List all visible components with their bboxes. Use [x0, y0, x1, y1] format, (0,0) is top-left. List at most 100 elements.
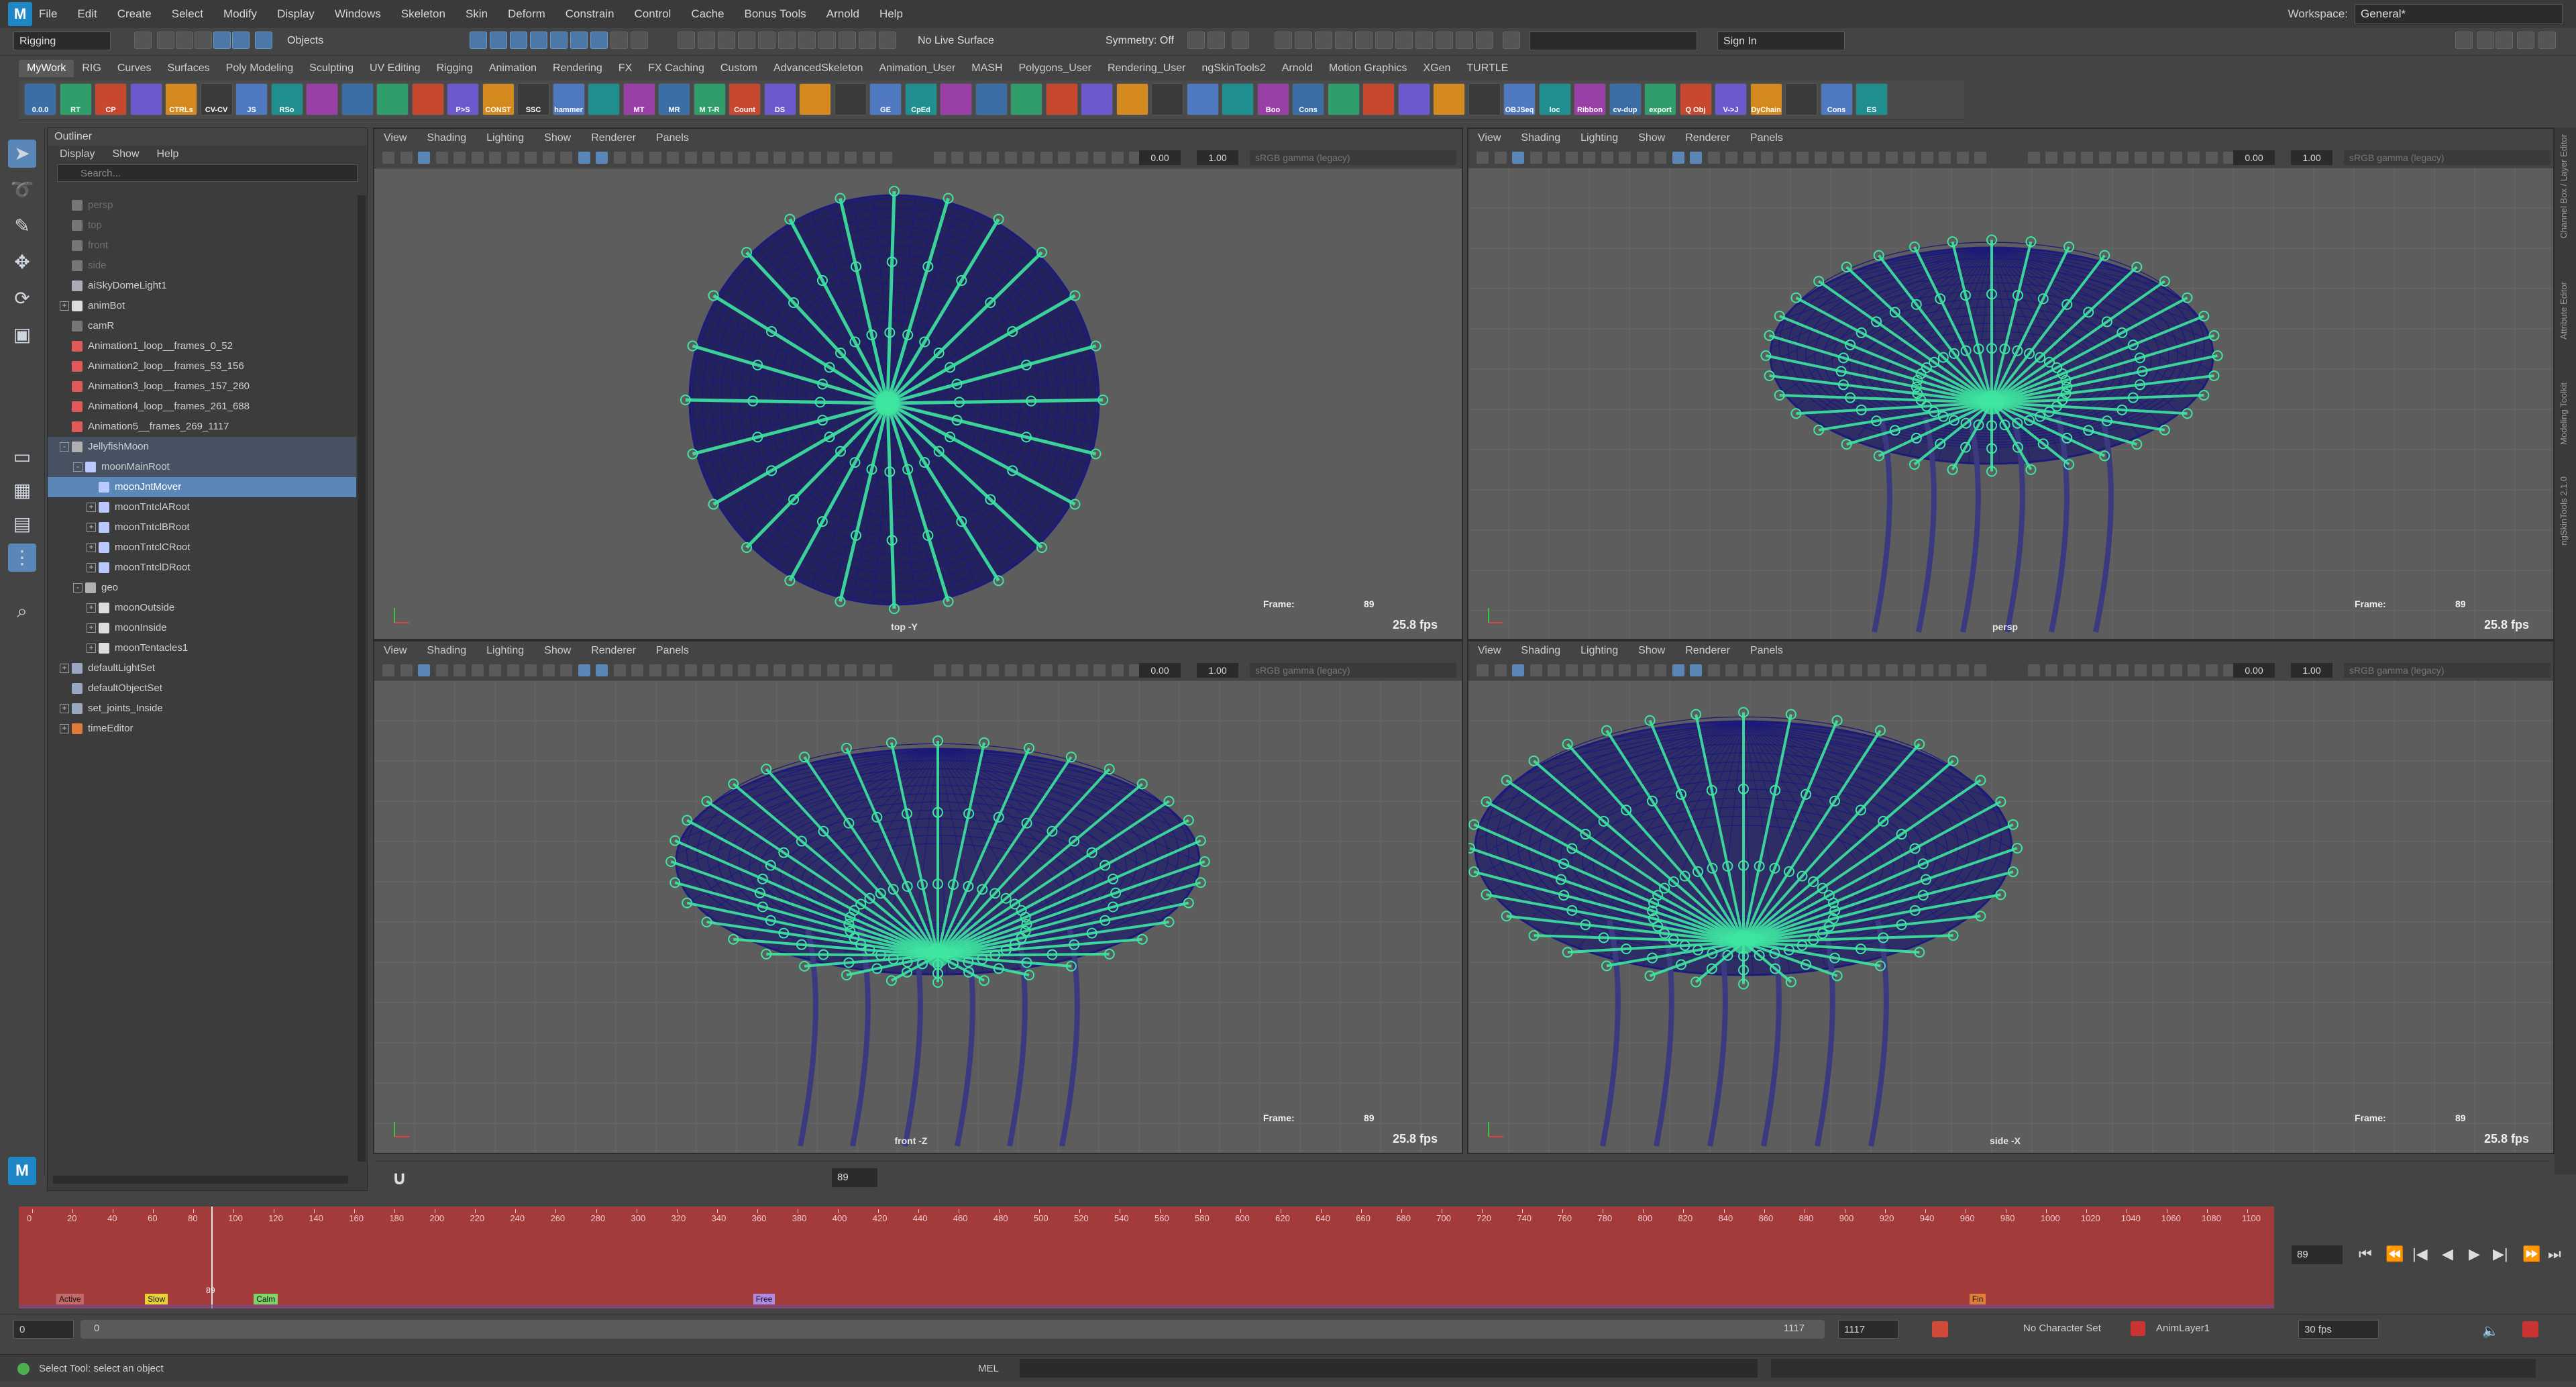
expand-toggle-icon[interactable]: +: [87, 503, 96, 512]
mel-command-input[interactable]: [1020, 1359, 1758, 1378]
shelf-button[interactable]: [1081, 83, 1113, 115]
panel-toolbar-icon[interactable]: [453, 152, 466, 164]
expand-toggle-icon[interactable]: +: [87, 603, 96, 613]
panel-toolbar-icon[interactable]: [1743, 664, 1756, 676]
shelf-button[interactable]: [1045, 83, 1078, 115]
menu-item-windows[interactable]: Windows: [335, 7, 381, 21]
panel-toolbar-icon[interactable]: [649, 152, 661, 164]
panel-toolbar-icon[interactable]: [667, 152, 679, 164]
color-space-dropdown[interactable]: sRGB gamma (legacy): [1250, 663, 1456, 678]
outliner-hscrollbar[interactable]: [53, 1176, 348, 1184]
status-tool-icon[interactable]: [1375, 32, 1393, 49]
panel-menu-view[interactable]: View: [384, 129, 407, 148]
panel-toolbar-icon[interactable]: [2027, 152, 2040, 164]
panel-toolbar-icon[interactable]: [1921, 152, 1933, 164]
panel-toolbar-icon[interactable]: [1707, 664, 1720, 676]
status-tool-icon[interactable]: [213, 32, 231, 49]
panel-toolbar-icon[interactable]: [2134, 664, 2147, 676]
outliner-row-aiskydomelight1[interactable]: aiSkyDomeLight1: [48, 276, 356, 296]
status-tool-icon[interactable]: [1436, 32, 1453, 49]
panel-toolbar-icon[interactable]: [1093, 152, 1106, 164]
panel-toolbar-icon[interactable]: [702, 664, 714, 676]
panel-menu-renderer[interactable]: Renderer: [591, 641, 636, 660]
panel-toolbar-icon[interactable]: [1075, 152, 1088, 164]
panel-toolbar-icon[interactable]: [773, 152, 786, 164]
exposure-field[interactable]: 0.00: [1139, 663, 1181, 678]
go-to-end-icon[interactable]: ⏭: [2548, 1245, 2561, 1263]
menu-item-file[interactable]: File: [39, 7, 57, 21]
status-tool-icon[interactable]: [839, 32, 856, 49]
shelf-button[interactable]: [1433, 83, 1465, 115]
step-forward-frame-icon[interactable]: ▶|: [2493, 1245, 2508, 1263]
status-tool-icon[interactable]: [2517, 32, 2534, 49]
shelf-tab-arnold[interactable]: Arnold: [1274, 60, 1321, 77]
rotate-tool-icon[interactable]: ⟳: [8, 285, 36, 313]
panel-toolbar-icon[interactable]: [845, 664, 857, 676]
go-to-start-icon[interactable]: ⏮: [2359, 1245, 2372, 1263]
shelf-button[interactable]: JS: [235, 83, 268, 115]
side-tab[interactable]: ngSkinTools 2.1.0: [2559, 476, 2569, 546]
panel-toolbar-icon[interactable]: [738, 664, 750, 676]
outliner-row-top[interactable]: top: [48, 215, 356, 236]
expand-toggle-icon[interactable]: +: [60, 724, 69, 733]
outliner-row-defaultlightset[interactable]: + defaultLightSet: [48, 658, 356, 678]
panel-toolbar-icon[interactable]: [2152, 152, 2164, 164]
outliner-row-animation2-loop-frames-53-156[interactable]: Animation2_loop__frames_53_156: [48, 356, 356, 376]
shelf-tab-custom[interactable]: Custom: [712, 60, 765, 77]
outliner-row-persp[interactable]: persp: [48, 195, 356, 215]
status-tool-icon[interactable]: [1415, 32, 1433, 49]
shelf-button[interactable]: [940, 83, 972, 115]
animation-start-field[interactable]: 0: [13, 1320, 74, 1339]
panel-menu-lighting[interactable]: Lighting: [1580, 129, 1618, 148]
single-pane-layout-icon[interactable]: ▭: [8, 443, 36, 471]
panel-toolbar-icon[interactable]: [1939, 152, 1951, 164]
shelf-button[interactable]: [799, 83, 831, 115]
shelf-button[interactable]: MT: [623, 83, 655, 115]
status-tool-icon[interactable]: [1456, 32, 1473, 49]
status-tool-icon[interactable]: [1395, 32, 1413, 49]
shelf-tab-turtle[interactable]: TURTLE: [1458, 60, 1516, 77]
menu-item-help[interactable]: Help: [879, 7, 903, 21]
shelf-button[interactable]: P>S: [447, 83, 479, 115]
panel-toolbar-icon[interactable]: [951, 664, 963, 676]
shelf-button[interactable]: [1468, 83, 1501, 115]
shelf-button[interactable]: V->J: [1715, 83, 1747, 115]
panel-toolbar-icon[interactable]: [1849, 664, 1862, 676]
shelf-tab-uv-editing[interactable]: UV Editing: [362, 60, 429, 77]
play-backwards-icon[interactable]: ◀: [2442, 1245, 2453, 1263]
panel-toolbar-icon[interactable]: [1796, 664, 1809, 676]
expand-toggle-icon[interactable]: -: [73, 462, 83, 472]
panel-toolbar-icon[interactable]: [1512, 664, 1524, 676]
outliner-row-side[interactable]: side: [48, 256, 356, 276]
outliner-row-moontentacles1[interactable]: + moonTentacles1: [48, 638, 356, 658]
panel-toolbar-icon[interactable]: [1512, 152, 1524, 164]
outliner-row-moonjntmover[interactable]: moonJntMover: [48, 477, 356, 497]
panel-toolbar-icon[interactable]: [738, 152, 750, 164]
panel-toolbar-icon[interactable]: [2045, 152, 2057, 164]
panel-toolbar-icon[interactable]: [418, 664, 430, 676]
status-tool-icon[interactable]: [1476, 32, 1493, 49]
panel-toolbar-icon[interactable]: [2063, 152, 2076, 164]
panel-toolbar-icon[interactable]: [471, 152, 484, 164]
panel-toolbar-icon[interactable]: [2098, 664, 2111, 676]
shelf-tab-advancedskeleton[interactable]: AdvancedSkeleton: [765, 60, 871, 77]
panel-toolbar-icon[interactable]: [435, 664, 448, 676]
panel-toolbar-icon[interactable]: [1636, 152, 1649, 164]
status-tool-icon[interactable]: [490, 32, 507, 49]
panel-toolbar-icon[interactable]: [1565, 664, 1578, 676]
shelf-button[interactable]: [1785, 83, 1817, 115]
panel-toolbar-icon[interactable]: [506, 664, 519, 676]
menu-item-cache[interactable]: Cache: [691, 7, 724, 21]
viewport-front--z[interactable]: View Shading Lighting Show Renderer Panels 0.0…: [373, 640, 1463, 1154]
panel-toolbar-icon[interactable]: [826, 664, 839, 676]
status-tool-icon[interactable]: [678, 32, 695, 49]
outliner-layout-icon[interactable]: ⋮: [8, 544, 36, 572]
panel-toolbar-icon[interactable]: [2063, 664, 2076, 676]
panel-toolbar-icon[interactable]: [578, 664, 590, 676]
shelf-button[interactable]: [376, 83, 409, 115]
panel-toolbar-icon[interactable]: [1832, 664, 1844, 676]
panel-toolbar-icon[interactable]: [684, 152, 697, 164]
color-space-dropdown[interactable]: sRGB gamma (legacy): [1250, 150, 1456, 165]
panel-toolbar-icon[interactable]: [2205, 152, 2218, 164]
panel-toolbar-icon[interactable]: [969, 664, 981, 676]
